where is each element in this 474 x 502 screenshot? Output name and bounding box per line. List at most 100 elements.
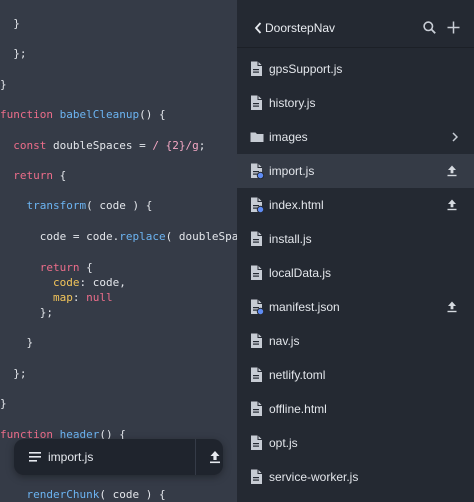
file-row[interactable]: manifest.json	[237, 290, 474, 324]
hamburger-menu-icon[interactable]	[29, 451, 41, 463]
file-icon	[251, 231, 262, 246]
code-line: code: code,	[0, 276, 126, 290]
file-browser-panel: DoorstepNav gpsSupport.js history.js image…	[237, 0, 474, 502]
code-token: babelCleanup	[59, 108, 140, 121]
code-token: ;	[198, 139, 206, 152]
code-token: ( doubleSpaces	[165, 230, 237, 243]
code-line: map: null	[0, 291, 113, 305]
code-line: }	[0, 17, 20, 31]
file-name: history.js	[269, 96, 316, 110]
code-token: ( code ) {	[86, 199, 153, 212]
upload-icon[interactable]	[446, 199, 458, 211]
file-row[interactable]: opt.js	[237, 426, 474, 460]
file-name: localData.js	[269, 266, 332, 280]
modified-file-icon	[251, 299, 264, 315]
code-token: }	[0, 397, 7, 410]
file-row[interactable]: localData.js	[237, 256, 474, 290]
panel-header: DoorstepNav	[237, 0, 474, 47]
file-icon	[251, 469, 262, 484]
upload-icon[interactable]	[446, 301, 458, 313]
file-name: index.html	[269, 198, 324, 212]
code-token: };	[0, 367, 27, 380]
code-token: }	[0, 336, 34, 349]
file-row[interactable]: netlify.toml	[237, 358, 474, 392]
file-row[interactable]: history.js	[237, 86, 474, 120]
code-line: }	[0, 78, 7, 92]
folder-icon	[250, 132, 264, 142]
file-icon	[251, 401, 262, 416]
open-file-bar[interactable]: import.js	[14, 439, 223, 475]
code-line: function babelCleanup() {	[0, 108, 166, 122]
file-name: service-worker.js	[269, 470, 359, 484]
file-row[interactable]: install.js	[237, 222, 474, 256]
code-token: };	[0, 306, 53, 319]
code-token: {	[86, 261, 93, 274]
code-line: }	[0, 336, 33, 350]
upload-icon[interactable]	[208, 450, 222, 464]
code-line: transform( code ) {	[0, 199, 152, 213]
code-token: / {2}/g	[152, 139, 199, 152]
code-token: };	[0, 47, 27, 60]
chevron-right-icon	[452, 132, 458, 142]
code-token: doubleSpaces =	[52, 139, 153, 152]
search-icon[interactable]	[423, 21, 436, 34]
file-name: netlify.toml	[269, 368, 326, 382]
code-line: };	[0, 306, 53, 320]
file-icon	[251, 95, 262, 110]
file-name: import.js	[269, 164, 315, 178]
code-token: return	[0, 261, 87, 274]
file-icon	[251, 367, 262, 382]
file-row[interactable]: index.html	[237, 188, 474, 222]
code-token: () {	[139, 108, 166, 121]
code-token: replace	[119, 230, 166, 243]
code-token: : code,	[79, 276, 126, 289]
code-token: null	[86, 291, 113, 304]
folder-row[interactable]: images	[237, 120, 474, 154]
panel-title[interactable]: DoorstepNav	[265, 21, 335, 35]
file-bar-divider	[195, 439, 196, 475]
file-icon	[251, 435, 262, 450]
code-token: }	[0, 78, 7, 91]
code-line: }	[0, 397, 7, 411]
upload-icon[interactable]	[446, 165, 458, 177]
file-row[interactable]: nav.js	[237, 324, 474, 358]
code-line: };	[0, 47, 27, 61]
file-name: offline.html	[269, 402, 327, 416]
file-row[interactable]: import.js	[237, 154, 474, 188]
code-token: const	[0, 139, 53, 152]
code-token: renderChunk	[0, 488, 100, 501]
file-name: manifest.json	[269, 300, 340, 314]
file-row[interactable]: service-worker.js	[237, 460, 474, 494]
code-editor[interactable]: } };} function babelCleanup() { const dou…	[0, 0, 237, 502]
code-token: }	[0, 17, 20, 30]
code-line: renderChunk( code ) {	[0, 488, 166, 502]
code-token: {	[59, 169, 67, 182]
code-token: :	[72, 291, 87, 304]
code-token: return	[0, 169, 60, 182]
file-icon	[251, 333, 262, 348]
file-row[interactable]: offline.html	[237, 392, 474, 426]
code-line: return {	[0, 261, 93, 275]
code-line: };	[0, 367, 27, 381]
code-line: return {	[0, 169, 66, 183]
file-name: nav.js	[269, 334, 300, 348]
modified-file-icon	[251, 197, 264, 213]
open-file-name: import.js	[48, 450, 94, 464]
code-token: code = code.	[0, 230, 120, 243]
header-divider	[237, 47, 474, 48]
file-icon	[251, 265, 262, 280]
file-icon	[251, 61, 262, 76]
file-row[interactable]: gpsSupport.js	[237, 52, 474, 86]
file-name: opt.js	[269, 436, 298, 450]
folder-name: images	[269, 130, 308, 144]
plus-icon[interactable]	[447, 21, 460, 34]
code-line: const doubleSpaces = / {2}/g;	[0, 139, 205, 153]
chevron-left-icon[interactable]	[254, 22, 262, 34]
modified-file-icon	[251, 163, 264, 179]
code-token: transform	[0, 199, 87, 212]
code-line: code = code.replace( doubleSpaces	[0, 230, 237, 244]
file-name: install.js	[269, 232, 312, 246]
code-token: map	[0, 291, 73, 304]
code-token: ( code ) {	[99, 488, 166, 501]
code-token: function	[0, 108, 60, 121]
